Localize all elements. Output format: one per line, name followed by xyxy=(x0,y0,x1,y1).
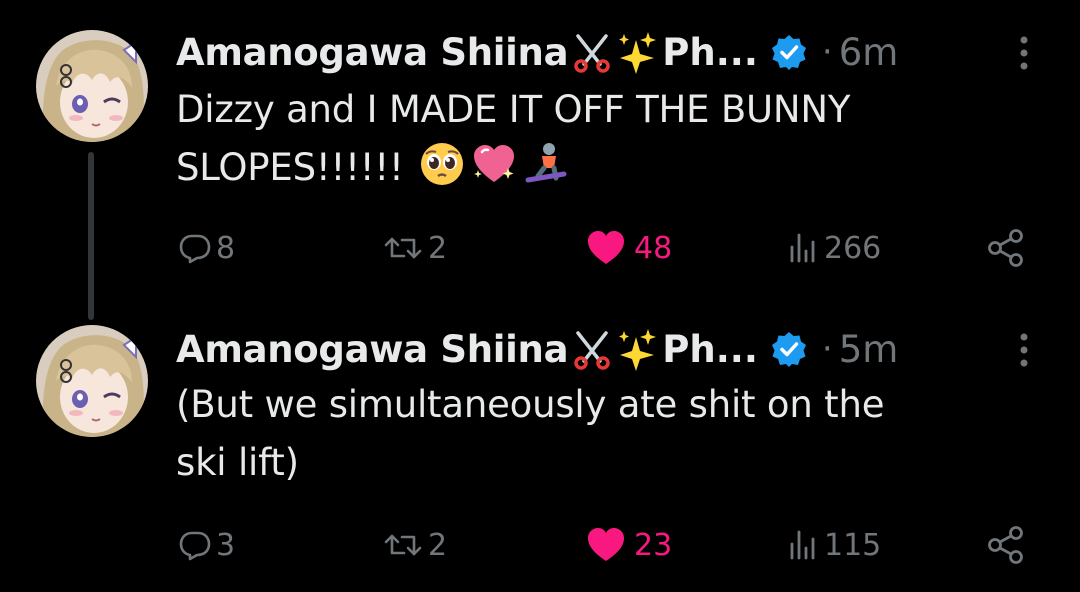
views-button[interactable]: 115 xyxy=(786,525,881,565)
tweet-text: Dizzy and I MADE IT OFF THE BUNNY SLOPES… xyxy=(176,81,1016,197)
tweet-text-line: ski lift) xyxy=(176,441,299,484)
views-count: 115 xyxy=(824,527,882,563)
views-count: 266 xyxy=(824,230,882,266)
tweet-text-line-2: SLOPES!!!!!! xyxy=(176,139,1016,197)
author-name-truncated: Ph... xyxy=(662,30,758,74)
share-icon xyxy=(988,229,1023,267)
like-button[interactable]: 48 xyxy=(586,228,672,268)
share-button[interactable] xyxy=(986,525,1026,565)
views-chart-icon xyxy=(790,233,815,263)
retweet-icon xyxy=(384,534,422,556)
reply-count: 8 xyxy=(216,230,236,266)
author-name[interactable]: Amanogawa Shiina xyxy=(176,31,569,74)
retweet-count: 2 xyxy=(428,230,448,266)
tweet-actions: 3 2 23 115 xyxy=(0,525,1080,565)
verified-badge-icon[interactable] xyxy=(770,33,808,71)
separator-dot: · xyxy=(821,329,833,369)
more-options-icon[interactable] xyxy=(1012,33,1036,73)
share-button[interactable] xyxy=(986,228,1026,268)
reply-button[interactable]: 8 xyxy=(178,228,235,268)
tweet[interactable]: Amanogawa Shiina Ph... · 6m Dizzy and I … xyxy=(0,0,1080,320)
retweet-button[interactable]: 2 xyxy=(382,525,447,565)
tweet-header: Amanogawa Shiina Ph... · 6m xyxy=(176,26,898,78)
snowboarder-emoji xyxy=(522,140,570,188)
like-count: 48 xyxy=(634,230,673,266)
tweet[interactable]: Amanogawa Shiina Ph... · 5m (But we simu… xyxy=(0,300,1080,592)
tweet-text-line: SLOPES!!!!!! xyxy=(176,146,404,189)
tweet-text: (But we simultaneously ate shit on the s… xyxy=(176,376,1016,492)
author-name-truncated: Ph... xyxy=(662,327,758,371)
retweet-count: 2 xyxy=(428,527,448,563)
reply-icon xyxy=(179,531,211,561)
scissors-emoji xyxy=(570,30,614,74)
avatar[interactable] xyxy=(36,325,148,437)
scissors-emoji xyxy=(570,327,614,371)
timestamp[interactable]: 5m xyxy=(839,328,899,371)
views-chart-icon xyxy=(790,530,815,560)
separator-dot: · xyxy=(821,32,833,72)
sparkles-emoji xyxy=(616,327,660,371)
heart-filled-icon xyxy=(588,528,624,561)
reply-button[interactable]: 3 xyxy=(178,525,235,565)
share-icon xyxy=(988,526,1023,564)
like-count: 23 xyxy=(634,527,673,563)
tweet-header: Amanogawa Shiina Ph... · 5m xyxy=(176,323,898,375)
tweet-text-line: Dizzy and I MADE IT OFF THE BUNNY xyxy=(176,88,851,131)
retweet-button[interactable]: 2 xyxy=(382,228,447,268)
retweet-icon xyxy=(384,237,422,259)
more-options-icon[interactable] xyxy=(1012,330,1036,370)
reply-count: 3 xyxy=(216,527,236,563)
heart-filled-icon xyxy=(588,231,624,264)
verified-badge-icon[interactable] xyxy=(770,330,808,368)
sparkles-emoji xyxy=(616,30,660,74)
pleading-face-emoji xyxy=(418,140,466,188)
like-button[interactable]: 23 xyxy=(586,525,672,565)
timestamp[interactable]: 6m xyxy=(839,31,899,74)
views-button[interactable]: 266 xyxy=(786,228,881,268)
sparkling-heart-emoji xyxy=(470,140,518,188)
author-name[interactable]: Amanogawa Shiina xyxy=(176,328,569,371)
avatar[interactable] xyxy=(36,30,148,142)
reply-icon xyxy=(179,234,211,264)
tweet-actions: 8 2 48 266 xyxy=(0,228,1080,268)
tweet-text-line: (But we simultaneously ate shit on the xyxy=(176,383,885,426)
